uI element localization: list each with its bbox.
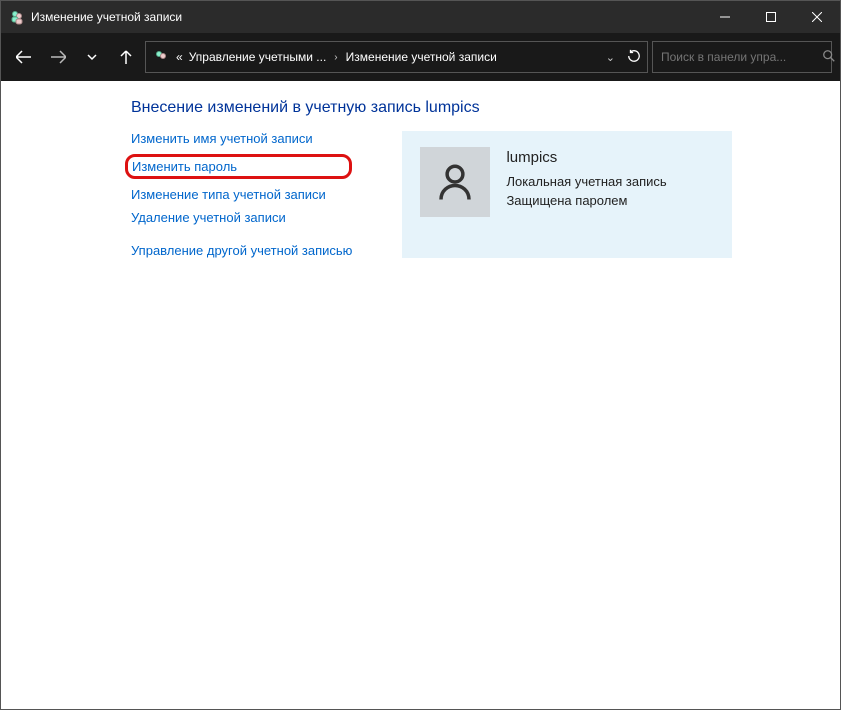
search-input[interactable] [661, 50, 816, 64]
account-info: lumpics Локальная учетная запись Защищен… [506, 147, 666, 210]
chevron-right-icon: › [332, 52, 339, 63]
address-bar[interactable]: « Управление учетными ... › Изменение уч… [145, 41, 648, 73]
chevron-down-icon[interactable]: ⌄ [604, 51, 617, 64]
back-button[interactable] [9, 42, 39, 72]
account-card: lumpics Локальная учетная запись Защищен… [402, 131, 732, 258]
app-icon [9, 9, 25, 25]
manage-other-link[interactable]: Управление другой учетной записью [131, 243, 352, 258]
close-button[interactable] [794, 1, 840, 33]
control-panel-window: Изменение учетной записи « Управление уч… [0, 0, 841, 710]
page-title: Внесение изменений в учетную запись lump… [131, 99, 816, 117]
recent-dropdown[interactable] [77, 42, 107, 72]
delete-account-link[interactable]: Удаление учетной записи [131, 210, 286, 225]
up-button[interactable] [111, 42, 141, 72]
minimize-button[interactable] [702, 1, 748, 33]
change-password-link[interactable]: Изменить пароль [132, 159, 237, 174]
window-title: Изменение учетной записи [31, 10, 702, 24]
change-name-link[interactable]: Изменить имя учетной записи [131, 131, 313, 146]
breadcrumb-item[interactable]: Управление учетными ... [189, 50, 327, 64]
breadcrumb-prefix: « [176, 50, 183, 64]
breadcrumb-item[interactable]: Изменение учетной записи [346, 50, 497, 64]
highlight-annotation: Изменить пароль [125, 154, 352, 179]
search-box[interactable] [652, 41, 832, 73]
navigation-bar: « Управление учетными ... › Изменение уч… [1, 33, 840, 81]
window-controls [702, 1, 840, 33]
titlebar: Изменение учетной записи [1, 1, 840, 33]
avatar [420, 147, 490, 217]
search-icon[interactable] [822, 49, 836, 66]
change-type-link[interactable]: Изменение типа учетной записи [131, 187, 326, 202]
maximize-button[interactable] [748, 1, 794, 33]
account-name: lumpics [506, 147, 666, 169]
user-accounts-icon [152, 48, 170, 66]
forward-button[interactable] [43, 42, 73, 72]
refresh-button[interactable] [627, 49, 641, 66]
action-links: Изменить имя учетной записи Изменить пар… [131, 131, 352, 258]
content-area: Внесение изменений в учетную запись lump… [1, 81, 840, 709]
account-status: Защищена паролем [506, 192, 666, 211]
account-type: Локальная учетная запись [506, 173, 666, 192]
